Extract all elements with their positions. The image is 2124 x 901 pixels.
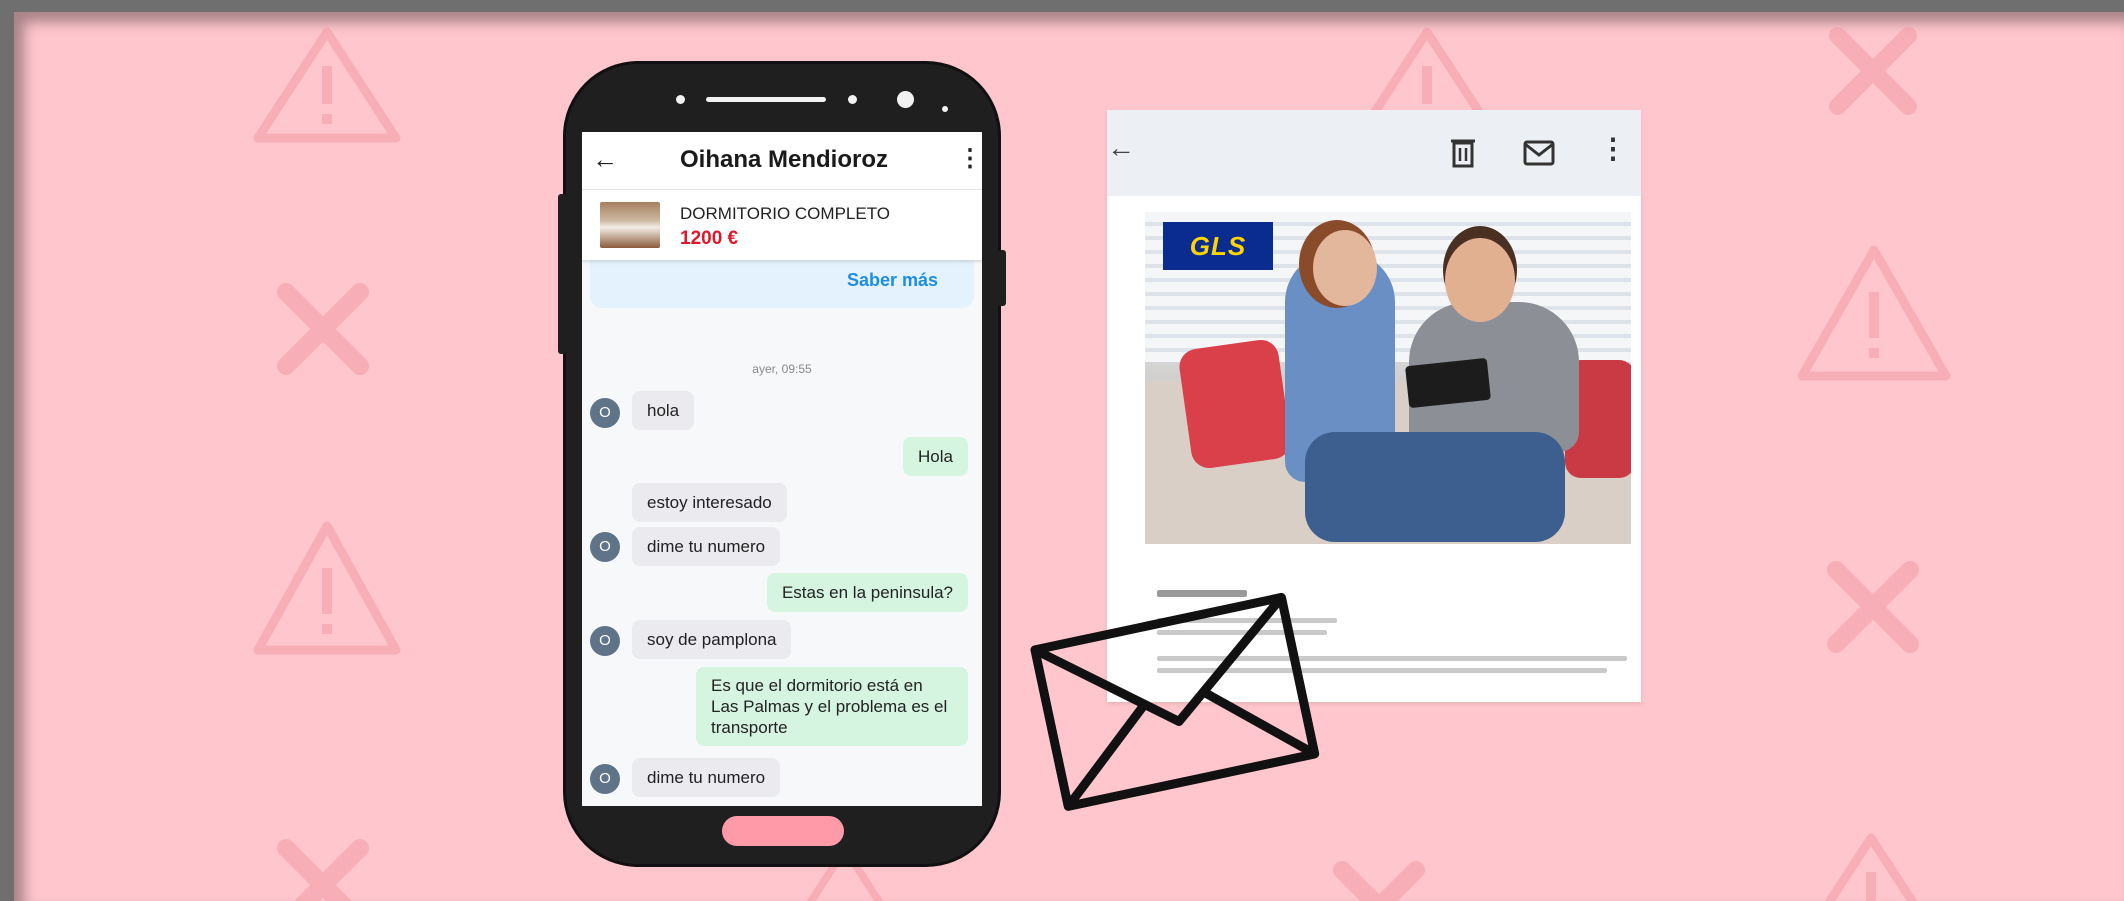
red-cushion [1177, 337, 1293, 471]
chat-header: ← Oihana Mendioroz ⋮ [582, 132, 982, 190]
jeans [1305, 432, 1565, 542]
phone-camera-dot [942, 106, 948, 112]
outgoing-message: Es que el dormitorio está en Las Palmas … [696, 667, 968, 746]
back-arrow-icon[interactable]: ← [592, 144, 618, 175]
phone-camera [897, 91, 914, 108]
warning-icon [253, 521, 401, 655]
product-title: DORMITORIO COMPLETO [680, 204, 891, 223]
avatar: O [590, 626, 620, 656]
warning-icon [1366, 27, 1488, 116]
close-icon [1828, 26, 1918, 116]
phone-speaker [706, 97, 826, 102]
close-icon [1333, 861, 1425, 901]
avatar: O [590, 398, 620, 428]
phone-camera-dot [848, 95, 857, 104]
mail-icon[interactable] [1523, 140, 1555, 166]
avatar: O [590, 532, 620, 562]
warning-icon [253, 27, 401, 143]
man-head [1445, 238, 1515, 322]
saber-mas-link[interactable]: Saber más [847, 270, 938, 291]
chat-screen: ← Oihana Mendioroz ⋮ Saber más DORMITORI… [582, 132, 982, 806]
incoming-message: dime tu numero [632, 527, 781, 566]
email-toolbar: ← ⋮ [1107, 110, 1641, 196]
phone-side-button [558, 194, 566, 354]
avatar: O [590, 764, 620, 794]
phone-camera-dot [676, 95, 685, 104]
phone-mockup: ← Oihana Mendioroz ⋮ Saber más DORMITORI… [558, 64, 1006, 864]
product-banner[interactable]: DORMITORIO COMPLETO 1200 € [582, 190, 982, 260]
close-icon [277, 283, 369, 375]
message-timestamp: ayer, 09:55 [752, 362, 812, 376]
arrow-left-icon[interactable]: ← [1107, 132, 1135, 164]
incoming-message: hola [632, 391, 695, 430]
phone-side-button [998, 250, 1006, 306]
home-button[interactable] [722, 816, 844, 846]
incoming-message: soy de pamplona [632, 620, 792, 659]
product-price: 1200 € [680, 228, 739, 249]
gls-logo: GLS [1163, 222, 1273, 270]
product-thumbnail [600, 202, 660, 248]
envelope-icon [1030, 592, 1320, 811]
tablet [1405, 357, 1491, 409]
canvas-background: ← Oihana Mendioroz ⋮ Saber más DORMITORI… [0, 0, 2124, 901]
warning-icon [1797, 245, 1951, 381]
trash-icon[interactable] [1451, 136, 1475, 168]
contact-name: Oihana Mendioroz [680, 146, 889, 173]
warning-icon [1824, 833, 1918, 901]
woman-head [1313, 230, 1377, 306]
outgoing-message: Estas en la peninsula? [766, 573, 968, 612]
incoming-message: estoy interesado [632, 483, 787, 522]
more-vertical-icon[interactable]: ⋮ [1599, 132, 1627, 165]
more-options-icon[interactable]: ⋮ [958, 144, 982, 173]
close-icon [277, 839, 369, 901]
close-icon [1827, 561, 1919, 653]
incoming-message: dime tu numero [632, 758, 781, 797]
outgoing-message: Hola [903, 437, 968, 476]
